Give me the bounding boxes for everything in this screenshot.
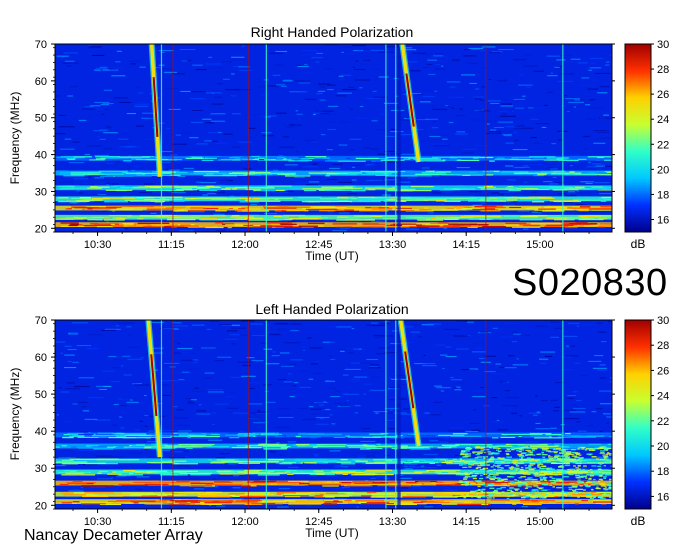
colorbar-tick-label: 22 — [657, 139, 669, 151]
x-tick-label: 13:30 — [379, 239, 407, 251]
instrument-name: Nancay Decameter Array — [24, 527, 203, 544]
colorbar-label: dB — [631, 237, 646, 251]
spectrogram-plot — [55, 320, 612, 509]
spectrogram-plot — [55, 44, 612, 232]
right-polarization-panel: Right Handed Polarization 20 30 40 50 60 70 1… — [8, 24, 669, 263]
left-polarization-panel: Left Handed Polarization 203040506070 10… — [8, 301, 669, 540]
x-tick-label: 14:15 — [452, 239, 480, 251]
panel-title: Right Handed Polarization — [251, 24, 414, 40]
colorbar-tick-label: 30 — [657, 315, 669, 327]
colorbar-tick-label: 20 — [657, 164, 669, 176]
colorbar: 16 18 20 22 24 26 28 30 — [624, 39, 669, 233]
x-tick-label: 11:15 — [158, 239, 185, 251]
data-gap — [397, 44, 401, 232]
y-axis-label: Frequency (MHz) — [8, 368, 22, 461]
colorbar-tick-label: 24 — [657, 391, 669, 403]
observation-id: S020830 — [512, 262, 668, 304]
x-tick-label: 15:00 — [526, 239, 554, 251]
colorbar-tick-label: 26 — [657, 89, 669, 101]
y-tick-label: 50 — [35, 389, 47, 401]
colorbar-tick-label: 28 — [657, 340, 669, 352]
x-axis-label: Time (UT) — [305, 249, 359, 263]
colorbar: 16 18 20 22 24 26 28 30 — [624, 315, 669, 510]
x-tick-label: 12:00 — [231, 239, 259, 251]
y-tick-label: 60 — [35, 352, 47, 364]
x-tick-label: 15:00 — [526, 516, 554, 528]
y-tick-label: 60 — [35, 76, 47, 88]
y-tick-label: 50 — [35, 113, 47, 125]
x-tick-label: 14:15 — [452, 516, 480, 528]
y-tick-label: 20 — [35, 500, 47, 512]
y-tick-label: 20 — [35, 223, 47, 235]
x-tick-label: 10:30 — [84, 239, 112, 251]
colorbar-tick-label: 16 — [657, 491, 669, 503]
colorbar-tick-label: 30 — [657, 39, 669, 51]
spectrogram-background — [55, 44, 612, 232]
colorbar-tick-label: 28 — [657, 64, 669, 76]
y-tick-label: 40 — [35, 426, 47, 438]
data-gap — [397, 320, 401, 509]
x-tick-label: 12:00 — [231, 516, 259, 528]
colorbar-tick-label: 16 — [657, 214, 669, 226]
y-tick-label: 40 — [35, 150, 47, 162]
y-tick-label: 30 — [35, 463, 47, 475]
x-axis-label: Time (UT) — [305, 526, 359, 540]
colorbar-tick-label: 24 — [657, 114, 669, 126]
colorbar-gradient — [624, 43, 652, 233]
colorbar-label: dB — [631, 514, 646, 528]
colorbar-tick-label: 18 — [657, 466, 669, 478]
x-tick-label: 13:30 — [379, 516, 407, 528]
colorbar-gradient — [624, 319, 652, 510]
colorbar-tick-label: 20 — [657, 441, 669, 453]
y-tick-label: 70 — [35, 315, 47, 327]
panel-title: Left Handed Polarization — [255, 301, 408, 317]
y-tick-label: 30 — [35, 186, 47, 198]
colorbar-tick-label: 26 — [657, 365, 669, 377]
colorbar-tick-label: 22 — [657, 416, 669, 428]
colorbar-tick-label: 18 — [657, 189, 669, 201]
y-axis-label: Frequency (MHz) — [8, 92, 22, 185]
y-tick-label: 70 — [35, 39, 47, 51]
